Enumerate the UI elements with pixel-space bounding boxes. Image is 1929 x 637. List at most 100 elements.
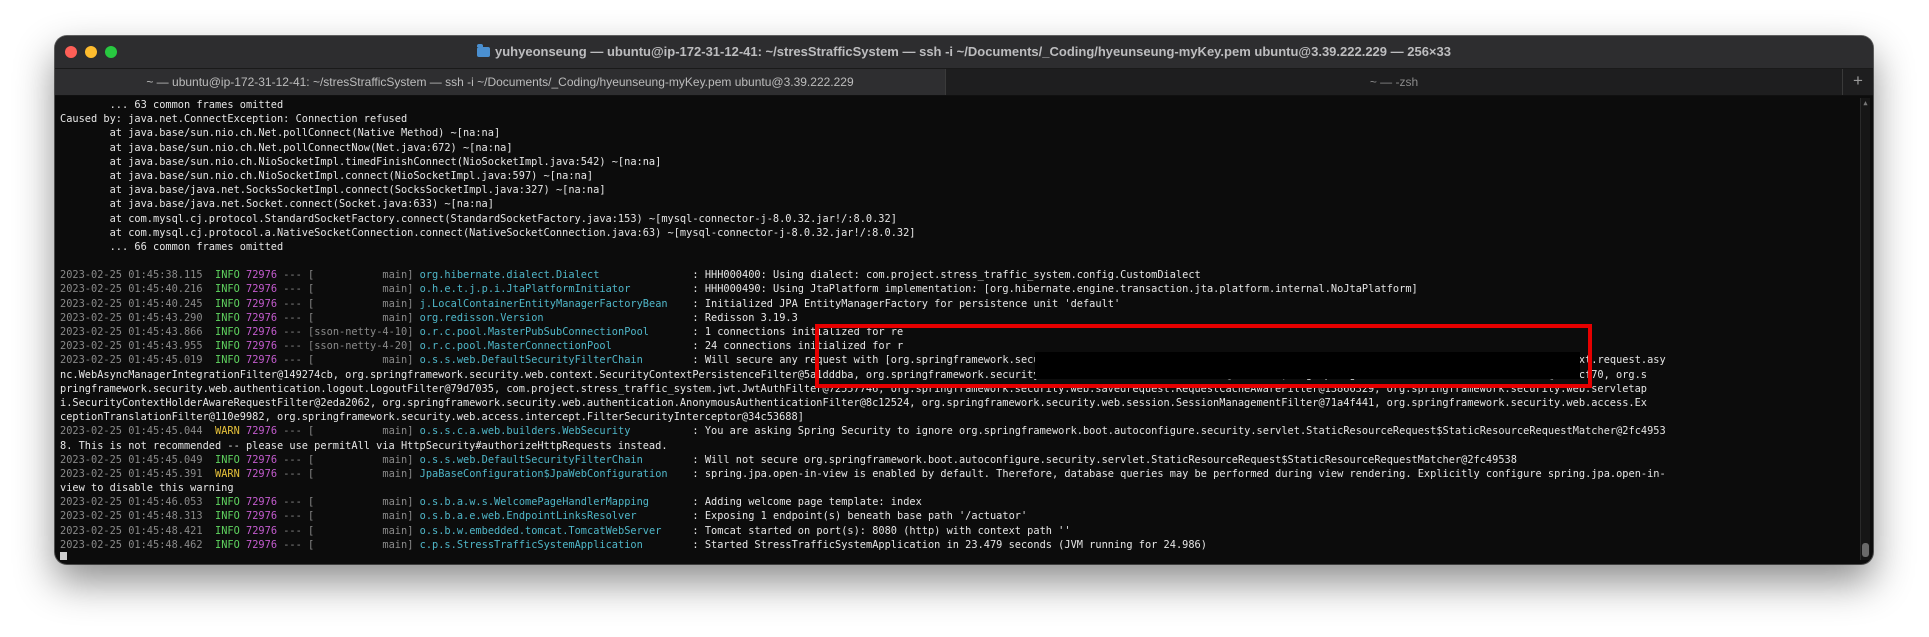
- log-message: Tomcat started on port(s): 8080 (http) w…: [704, 524, 1071, 537]
- log-timestamp: 2023-02-25 01:45:48.313: [60, 510, 203, 523]
- log-thread: main: [314, 311, 408, 324]
- log-thread: sson-netty-4-10: [314, 326, 408, 338]
- log-pid: 72976: [246, 340, 278, 353]
- log-thread: main: [314, 496, 408, 509]
- log-logger: o.s.s.web.DefaultSecurityFilterChain: [419, 354, 687, 367]
- output-line: ... 63 common frames omitted: [60, 99, 284, 111]
- log-thread: sson-netty-4-20: [314, 340, 408, 353]
- log-separator: ]: [407, 467, 420, 480]
- log-logger: org.hibernate.dialect.Dialect: [419, 269, 687, 282]
- log-separator: :: [686, 467, 705, 480]
- log-message: You are asking Spring Security to ignore…: [704, 425, 1666, 438]
- scroll-up-arrow-icon[interactable]: ▲: [1862, 100, 1869, 107]
- log-line: 2023-02-25 01:45:40.216 INFO 72976 --- […: [60, 282, 1850, 296]
- log-thread: main: [314, 467, 408, 480]
- log-logger: o.h.e.t.j.p.i.JtaPlatformInitiator: [419, 283, 687, 296]
- log-logger: o.r.c.pool.MasterConnectionPool: [419, 340, 687, 353]
- log-separator: :: [686, 326, 705, 338]
- output-line: ceptionTranslationFilter@110e9982, org.s…: [60, 411, 804, 424]
- scroll-thumb[interactable]: [1862, 543, 1869, 557]
- log-thread: main: [314, 425, 408, 438]
- log-separator: ]: [407, 538, 420, 551]
- log-separator: ]: [407, 326, 420, 338]
- vertical-scrollbar[interactable]: ▲: [1860, 98, 1870, 560]
- log-separator: --- [: [277, 510, 315, 523]
- log-logger: c.p.s.StressTrafficSystemApplication: [419, 538, 687, 551]
- log-pid: 72976: [246, 496, 278, 509]
- log-timestamp: 2023-02-25 01:45:48.462: [60, 538, 203, 551]
- log-line: 2023-02-25 01:45:45.391 WARN 72976 --- […: [60, 467, 1850, 481]
- tab-bar: ~ — ubuntu@ip-172-31-12-41: ~/stresStraf…: [55, 69, 1873, 96]
- terminal-window: yuhyeonseung — ubuntu@ip-172-31-12-41: ~…: [55, 36, 1873, 564]
- prompt-line: [60, 552, 1850, 560]
- log-logger: o.s.s.c.a.web.builders.WebSecurity: [419, 425, 687, 438]
- tab-zsh[interactable]: ~ — -zsh: [945, 69, 1842, 95]
- log-line: 2023-02-25 01:45:38.115 INFO 72976 --- […: [60, 268, 1850, 282]
- log-level: INFO: [215, 538, 240, 551]
- log-message: HHH000400: Using dialect: com.project.st…: [704, 269, 1201, 282]
- log-separator: ]: [407, 524, 420, 537]
- log-separator: :: [686, 354, 705, 367]
- log-level: INFO: [215, 297, 240, 310]
- log-separator: :: [686, 453, 705, 466]
- log-pid: 72976: [246, 311, 278, 324]
- log-separator: :: [686, 425, 705, 438]
- log-separator: :: [686, 510, 705, 523]
- log-line: 2023-02-25 01:45:43.290 INFO 72976 --- […: [60, 311, 1850, 325]
- log-level: WARN: [215, 425, 240, 438]
- log-level: INFO: [215, 510, 240, 523]
- log-pid: 72976: [246, 467, 278, 480]
- log-timestamp: 2023-02-25 01:45:45.019: [60, 354, 203, 367]
- log-timestamp: 2023-02-25 01:45:43.290: [60, 311, 203, 324]
- new-tab-button[interactable]: +: [1842, 69, 1873, 95]
- log-level: INFO: [215, 269, 240, 282]
- log-separator: --- [: [277, 340, 315, 353]
- log-separator: --- [: [277, 496, 315, 509]
- log-separator: :: [686, 297, 705, 310]
- log-separator: ]: [407, 269, 420, 282]
- red-highlight-box: [815, 324, 1592, 388]
- log-logger: o.s.b.w.embedded.tomcat.TomcatWebServer: [419, 524, 687, 537]
- title-bar[interactable]: yuhyeonseung — ubuntu@ip-172-31-12-41: ~…: [55, 36, 1873, 69]
- log-separator: :: [686, 538, 705, 551]
- log-timestamp: 2023-02-25 01:45:45.049: [60, 453, 203, 466]
- output-line: at java.base/sun.nio.ch.NioSocketImpl.ti…: [60, 155, 662, 168]
- log-separator: :: [686, 269, 705, 282]
- log-separator: --- [: [277, 538, 315, 551]
- log-separator: ]: [407, 283, 420, 296]
- log-pid: 72976: [246, 524, 278, 537]
- log-thread: main: [314, 538, 408, 551]
- window-title: yuhyeonseung — ubuntu@ip-172-31-12-41: ~…: [55, 44, 1873, 59]
- log-pid: 72976: [246, 269, 278, 282]
- log-separator: --- [: [277, 326, 315, 338]
- log-logger: o.s.s.web.DefaultSecurityFilterChain: [419, 453, 687, 466]
- log-pid: 72976: [246, 538, 278, 551]
- log-timestamp: 2023-02-25 01:45:45.044: [60, 425, 203, 438]
- log-thread: main: [314, 510, 408, 523]
- log-level: INFO: [215, 453, 240, 466]
- log-thread: main: [314, 297, 408, 310]
- log-logger: o.r.c.pool.MasterPubSubConnectionPool: [419, 326, 687, 338]
- log-level: INFO: [215, 326, 240, 338]
- log-separator: --- [: [277, 453, 315, 466]
- log-logger: o.s.b.a.e.web.EndpointLinksResolver: [419, 510, 687, 523]
- log-thread: main: [314, 524, 408, 537]
- output-line: view to disable this warning: [60, 482, 234, 495]
- log-level: INFO: [215, 354, 240, 367]
- log-message: Exposing 1 endpoint(s) beneath base path…: [704, 510, 1028, 523]
- log-timestamp: 2023-02-25 01:45:46.053: [60, 496, 203, 509]
- log-pid: 72976: [246, 510, 278, 523]
- log-separator: --- [: [277, 524, 315, 537]
- log-separator: --- [: [277, 283, 315, 296]
- log-level: INFO: [215, 524, 240, 537]
- terminal-cursor: [60, 552, 67, 560]
- log-line: 2023-02-25 01:45:45.049 INFO 72976 --- […: [60, 453, 1850, 467]
- tab-ssh-session[interactable]: ~ — ubuntu@ip-172-31-12-41: ~/stresStraf…: [55, 69, 945, 95]
- output-line: at java.base/sun.nio.ch.NioSocketImpl.co…: [60, 169, 594, 182]
- log-separator: ]: [407, 354, 420, 367]
- log-separator: ]: [407, 453, 420, 466]
- log-pid: 72976: [246, 283, 278, 296]
- log-separator: ]: [407, 425, 420, 438]
- log-timestamp: 2023-02-25 01:45:38.115: [60, 269, 203, 282]
